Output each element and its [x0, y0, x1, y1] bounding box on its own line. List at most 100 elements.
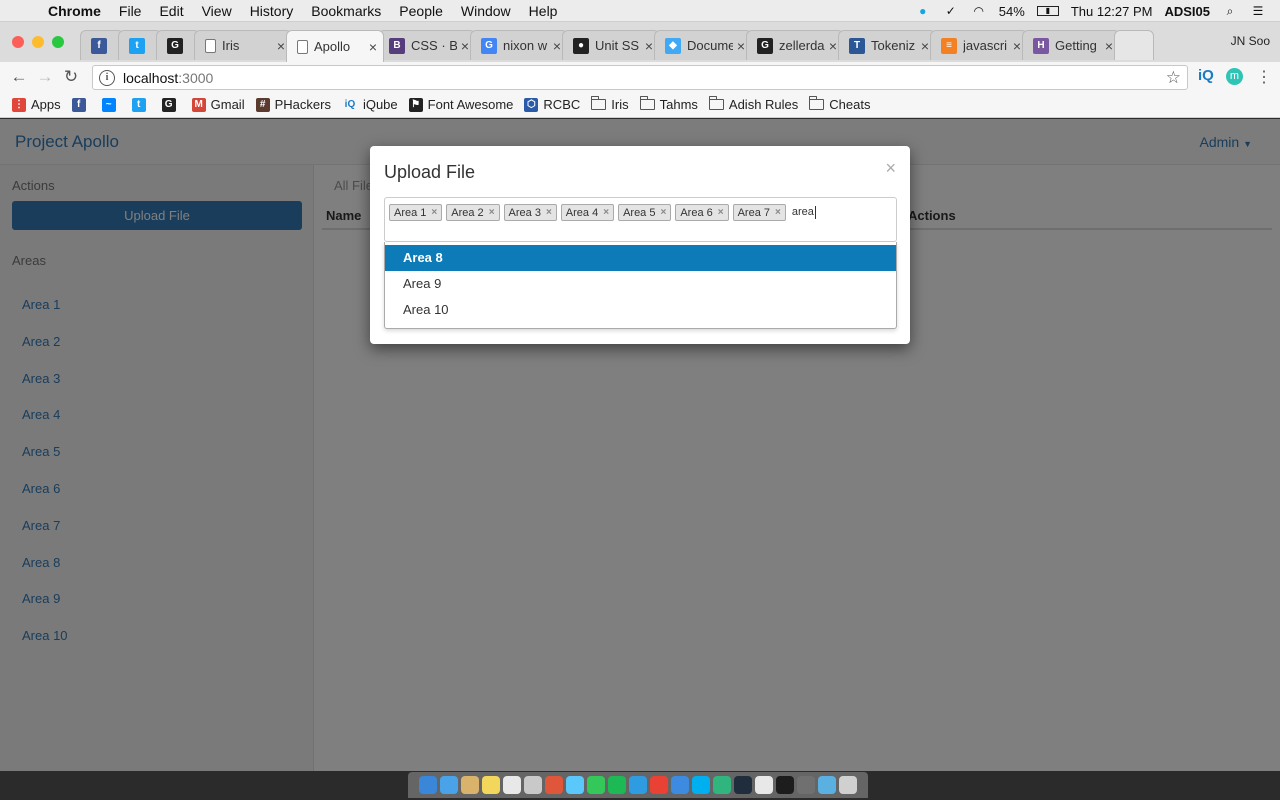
- menu-help[interactable]: Help: [520, 3, 567, 19]
- dock-app-icon[interactable]: [524, 776, 542, 794]
- battery-icon[interactable]: ▮: [1036, 6, 1059, 16]
- browser-tab[interactable]: Gzellerda ×: [746, 30, 844, 60]
- bookmark-item[interactable]: Cheats: [809, 96, 870, 112]
- area-option[interactable]: Area 10: [385, 297, 896, 323]
- new-tab-button[interactable]: [1114, 30, 1154, 60]
- remove-tag-icon[interactable]: ×: [546, 207, 552, 218]
- back-icon[interactable]: ←: [6, 67, 32, 87]
- tab-close-icon[interactable]: ×: [921, 38, 929, 54]
- bookmark-item[interactable]: f: [71, 97, 91, 112]
- close-window-button[interactable]: [12, 36, 24, 48]
- dock-app-icon[interactable]: [671, 776, 689, 794]
- username[interactable]: ADSI05: [1164, 4, 1210, 19]
- menu-history[interactable]: History: [241, 3, 303, 19]
- remove-tag-icon[interactable]: ×: [489, 207, 495, 218]
- remove-tag-icon[interactable]: ×: [603, 207, 609, 218]
- notification-center-icon[interactable]: ☰: [1250, 4, 1266, 18]
- browser-tab[interactable]: ◆ Docume ×: [654, 30, 752, 60]
- dock-app-icon[interactable]: [776, 776, 794, 794]
- site-info-icon[interactable]: i: [99, 69, 115, 86]
- menu-file[interactable]: File: [110, 3, 151, 19]
- tab-close-icon[interactable]: ×: [461, 38, 469, 54]
- remove-tag-icon[interactable]: ×: [775, 207, 781, 218]
- bookmark-item[interactable]: t: [131, 97, 151, 112]
- dock-app-icon[interactable]: [734, 776, 752, 794]
- bookmark-item[interactable]: Adish Rules: [708, 96, 798, 112]
- dock-app-icon[interactable]: [650, 776, 668, 794]
- menu-view[interactable]: View: [193, 3, 241, 19]
- dock-app-icon[interactable]: [608, 776, 626, 794]
- browser-tab[interactable]: Apollo ×: [286, 30, 384, 62]
- tab-close-icon[interactable]: ×: [553, 38, 561, 54]
- chrome-menu-icon[interactable]: ⋮: [1256, 67, 1272, 87]
- browser-tab[interactable]: ≡ javascri ×: [930, 30, 1028, 60]
- bookmark-item[interactable]: ⚑ Font Awesome: [408, 97, 513, 112]
- bookmark-item[interactable]: ⬡ RCBC: [524, 97, 580, 112]
- dock-app-icon[interactable]: [713, 776, 731, 794]
- zoom-window-button[interactable]: [52, 36, 64, 48]
- check-icon[interactable]: ✓: [943, 4, 959, 18]
- area-option[interactable]: Area 9: [385, 271, 896, 297]
- dock-app-icon[interactable]: [566, 776, 584, 794]
- m-extension-icon[interactable]: m: [1226, 68, 1243, 85]
- dock-app-icon[interactable]: [482, 776, 500, 794]
- browser-tab[interactable]: B CSS · Bo ×: [378, 30, 476, 60]
- status-dot-icon[interactable]: ●: [915, 4, 931, 18]
- menu-people[interactable]: People: [390, 3, 452, 19]
- dock-app-icon[interactable]: [503, 776, 521, 794]
- menu-bookmarks[interactable]: Bookmarks: [302, 3, 390, 19]
- dock-app-icon[interactable]: [755, 776, 773, 794]
- dock-app-icon[interactable]: [587, 776, 605, 794]
- close-icon[interactable]: ×: [885, 158, 896, 179]
- minimize-window-button[interactable]: [32, 36, 44, 48]
- reload-icon[interactable]: ↻: [58, 67, 84, 87]
- area-option[interactable]: Area 8: [385, 245, 896, 271]
- tag-search-input[interactable]: area: [792, 206, 816, 219]
- gmail-icon: M: [191, 97, 206, 112]
- dock-app-icon[interactable]: [419, 776, 437, 794]
- bookmark-item[interactable]: # PHackers: [255, 97, 331, 112]
- bookmark-item[interactable]: M Gmail: [191, 97, 245, 112]
- area-tag-input[interactable]: Area 1 × Area 2 × Area 3 × Area 4 × Area 5 × Area …: [384, 197, 897, 242]
- tab-close-icon[interactable]: ×: [277, 38, 285, 54]
- browser-tab[interactable]: T Tokeniz ×: [838, 30, 936, 60]
- bookmark-item[interactable]: Tahms: [639, 96, 698, 112]
- forward-icon[interactable]: →: [32, 67, 58, 87]
- bookmark-star-icon[interactable]: ☆: [1166, 68, 1181, 88]
- tab-close-icon[interactable]: ×: [1013, 38, 1021, 54]
- dock-app-icon[interactable]: [545, 776, 563, 794]
- dock-app-icon[interactable]: [440, 776, 458, 794]
- bookmark-item[interactable]: G: [161, 97, 181, 112]
- menu-window[interactable]: Window: [452, 3, 520, 19]
- remove-tag-icon[interactable]: ×: [431, 207, 437, 218]
- tab-close-icon[interactable]: ×: [737, 38, 745, 54]
- clock[interactable]: Thu 12:27 PM: [1071, 4, 1153, 19]
- tab-close-icon[interactable]: ×: [369, 39, 377, 55]
- remove-tag-icon[interactable]: ×: [660, 207, 666, 218]
- dock-app-icon[interactable]: [818, 776, 836, 794]
- tab-close-icon[interactable]: ×: [645, 38, 653, 54]
- bookmark-item[interactable]: ~: [101, 97, 121, 112]
- menu-app-name[interactable]: Chrome: [40, 3, 110, 19]
- dock-app-icon[interactable]: [692, 776, 710, 794]
- dock-app-icon[interactable]: [461, 776, 479, 794]
- remove-tag-icon[interactable]: ×: [718, 207, 724, 218]
- address-bar[interactable]: i localhost:3000 ☆: [92, 65, 1188, 90]
- wifi-icon[interactable]: ◠: [971, 4, 987, 18]
- menu-edit[interactable]: Edit: [150, 3, 192, 19]
- browser-tab[interactable]: Gnixon w ×: [470, 30, 568, 60]
- browser-tab[interactable]: ● Unit SS ×: [562, 30, 660, 60]
- dock-app-icon[interactable]: [839, 776, 857, 794]
- dock-app-icon[interactable]: [629, 776, 647, 794]
- iqube-extension-icon[interactable]: iQ: [1198, 67, 1214, 84]
- bookmark-item[interactable]: Iris: [591, 96, 629, 112]
- tab-close-icon[interactable]: ×: [1105, 38, 1113, 54]
- bookmark-item[interactable]: ⋮ Apps: [12, 97, 61, 112]
- browser-tab[interactable]: Iris ×: [194, 30, 292, 60]
- spotlight-search-icon[interactable]: ⌕: [1222, 4, 1238, 18]
- dock-app-icon[interactable]: [797, 776, 815, 794]
- tab-close-icon[interactable]: ×: [829, 38, 837, 54]
- browser-tab[interactable]: H Getting ×: [1022, 30, 1120, 60]
- bookmark-item[interactable]: iQ iQube: [342, 97, 398, 112]
- profile-name[interactable]: JN Soo: [1231, 34, 1270, 48]
